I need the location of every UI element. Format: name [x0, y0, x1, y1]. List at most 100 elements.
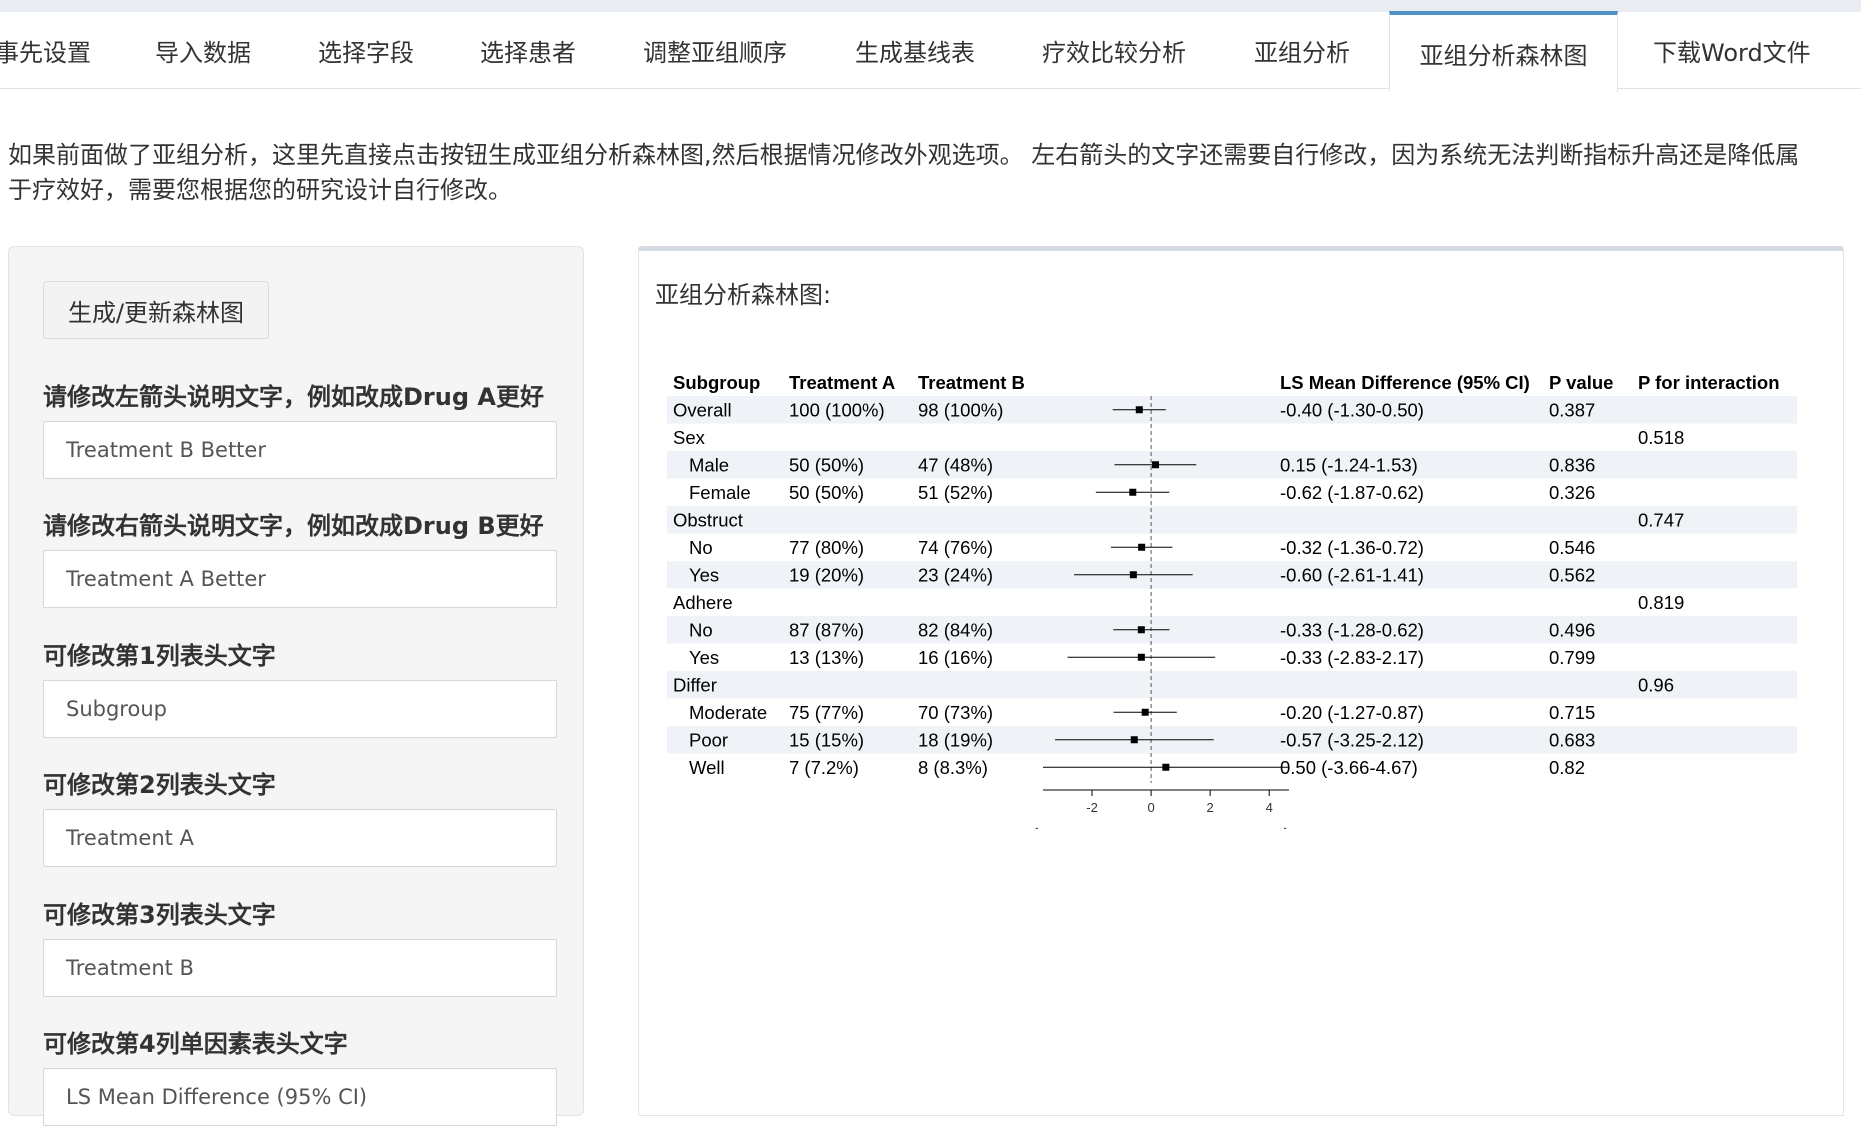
tab-forest-plot[interactable]: 亚组分析森林图 [1389, 11, 1618, 92]
ci-value: -0.60 (-2.61-1.41) [1280, 564, 1424, 585]
point-estimate [1129, 488, 1137, 496]
p-value: 0.326 [1549, 482, 1595, 503]
treatment-b-value: 82 (84%) [918, 619, 993, 640]
point-estimate [1129, 571, 1137, 579]
p-value: 0.799 [1549, 647, 1595, 668]
p-value: 0.387 [1549, 399, 1595, 420]
right-arrow-head [1283, 827, 1288, 829]
treatment-b-value: 18 (19%) [918, 729, 993, 750]
intro-text: 如果前面做了亚组分析，这里先直接点击按钮生成亚组分析森林图,然后根据情况修改外观… [8, 138, 1838, 208]
x-tick-label: -2 [1086, 800, 1098, 815]
point-estimate [1138, 543, 1146, 551]
point-estimate [1152, 461, 1160, 469]
col4-header-label: 可修改第4列单因素表头文字 [43, 1030, 348, 1058]
p-value: 0.496 [1549, 619, 1595, 640]
subgroup-label: Overall [673, 399, 732, 420]
x-tick-label: 2 [1207, 800, 1214, 815]
col2-header-input[interactable] [43, 809, 557, 867]
left-arrow-input[interactable] [43, 421, 557, 479]
forest-plot: Subgroup Treatment A Treatment B LS Mean Di… [667, 372, 1797, 829]
col4-header-input[interactable] [43, 1068, 557, 1126]
right-arrow-label: 请修改右箭头说明文字，例如改成Drug B更好 [43, 512, 544, 540]
treatment-a-value: 77 (80%) [789, 537, 864, 558]
tab-download-word[interactable]: 下载Word文件 [1653, 12, 1811, 88]
panel-title: 亚组分析森林图: [655, 281, 832, 309]
p-value: 0.683 [1549, 729, 1595, 750]
tab-efficacy-analysis[interactable]: 疗效比较分析 [1042, 12, 1186, 88]
treatment-b-value: 47 (48%) [918, 454, 993, 475]
subgroup-label: Yes [689, 564, 719, 585]
left-arrow-label: 请修改左箭头说明文字，例如改成Drug A更好 [43, 383, 544, 411]
tab-select-patients[interactable]: 选择患者 [480, 12, 576, 88]
p-interaction-value: 0.819 [1638, 592, 1684, 613]
tab-bar: 事先设置 导入数据 选择字段 选择患者 调整亚组顺序 生成基线表 疗效比较分析 … [0, 11, 1861, 92]
ci-value: 0.15 (-1.24-1.53) [1280, 454, 1418, 475]
treatment-b-value: 74 (76%) [918, 537, 993, 558]
tab-baseline-table[interactable]: 生成基线表 [855, 12, 975, 88]
tab-import-data[interactable]: 导入数据 [155, 12, 251, 88]
point-estimate [1141, 708, 1149, 716]
subgroup-label: Well [689, 757, 725, 778]
right-arrow-input[interactable] [43, 550, 557, 608]
tab-select-fields[interactable]: 选择字段 [318, 12, 414, 88]
p-value: 0.715 [1549, 702, 1595, 723]
subgroup-label: Male [689, 454, 729, 475]
point-estimate [1135, 406, 1143, 414]
intro-line-2: 于疗效好，需要您根据您的研究设计自行修改。 [8, 176, 512, 204]
treatment-a-value: 13 (13%) [789, 647, 864, 668]
treatment-b-value: 51 (52%) [918, 482, 993, 503]
col1-header-label: 可修改第1列表头文字 [43, 642, 276, 670]
ci-value: 0.50 (-3.66-4.67) [1280, 757, 1418, 778]
x-tick-label: 0 [1147, 800, 1154, 815]
treatment-b-value: 23 (24%) [918, 564, 993, 585]
col3-header-label: 可修改第3列表头文字 [43, 901, 276, 929]
point-estimate [1137, 653, 1145, 661]
ci-value: -0.57 (-3.25-2.12) [1280, 729, 1424, 750]
ci-value: -0.40 (-1.30-0.50) [1280, 399, 1424, 420]
x-tick-label: 4 [1266, 800, 1273, 815]
col1-header-input[interactable] [43, 680, 557, 738]
row-shade [667, 506, 1797, 534]
point-estimate [1162, 763, 1170, 771]
treatment-a-value: 87 (87%) [789, 619, 864, 640]
row-shade [667, 671, 1797, 699]
col3-header-input[interactable] [43, 939, 557, 997]
subgroup-label: Sex [673, 427, 706, 448]
intro-line-1: 如果前面做了亚组分析，这里先直接点击按钮生成亚组分析森林图,然后根据情况修改外观… [8, 141, 1800, 169]
treatment-a-value: 19 (20%) [789, 564, 864, 585]
generate-forest-button[interactable]: 生成/更新森林图 [43, 281, 269, 339]
treatment-a-value: 100 (100%) [789, 399, 885, 420]
subgroup-label: Moderate [689, 702, 767, 723]
column-header: P value [1549, 372, 1613, 393]
p-interaction-value: 0.747 [1638, 509, 1684, 530]
tab-settings[interactable]: 事先设置 [0, 12, 91, 88]
subgroup-label: Obstruct [673, 509, 743, 530]
p-value: 0.546 [1549, 537, 1595, 558]
treatment-b-value: 16 (16%) [918, 647, 993, 668]
column-header: LS Mean Difference (95% CI) [1280, 372, 1530, 393]
treatment-a-value: 50 (50%) [789, 454, 864, 475]
subgroup-label: Adhere [673, 592, 733, 613]
forest-panel: 亚组分析森林图: Subgroup Treatment A Treatment B L… [638, 246, 1844, 1116]
treatment-a-value: 7 (7.2%) [789, 757, 859, 778]
subgroup-label: Yes [689, 647, 719, 668]
options-sidebar: 生成/更新森林图 请修改左箭头说明文字，例如改成Drug A更好 请修改右箭头说… [8, 246, 584, 1126]
treatment-a-value: 15 (15%) [789, 729, 864, 750]
treatment-a-value: 50 (50%) [789, 482, 864, 503]
subgroup-label: Poor [689, 729, 728, 750]
p-value: 0.562 [1549, 564, 1595, 585]
column-header: Subgroup [673, 372, 760, 393]
subgroup-label: Differ [673, 674, 717, 695]
subgroup-label: No [689, 619, 713, 640]
ci-value: -0.62 (-1.87-0.62) [1280, 482, 1424, 503]
treatment-b-value: 8 (8.3%) [918, 757, 988, 778]
tab-subgroup-analysis[interactable]: 亚组分析 [1254, 12, 1350, 88]
col2-header-label: 可修改第2列表头文字 [43, 771, 276, 799]
p-value: 0.836 [1549, 454, 1595, 475]
column-header: Treatment A [789, 372, 895, 393]
tab-subgroup-order[interactable]: 调整亚组顺序 [643, 12, 787, 88]
column-header: Treatment B [918, 372, 1025, 393]
ci-value: -0.32 (-1.36-0.72) [1280, 537, 1424, 558]
left-arrow-head [1034, 827, 1039, 829]
ci-value: -0.33 (-1.28-0.62) [1280, 619, 1424, 640]
